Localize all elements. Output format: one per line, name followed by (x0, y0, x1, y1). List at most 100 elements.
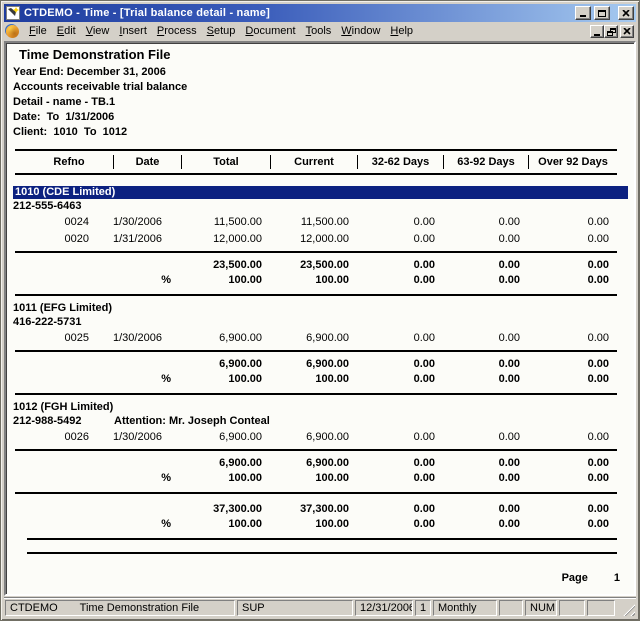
section-percent-row-cell (25, 471, 113, 486)
minimize-button[interactable] (575, 6, 591, 20)
section-total-row-cell: 0.00 (528, 456, 617, 471)
section-percent-row-cell: 0.00 (528, 273, 617, 288)
mdi-minimize-button[interactable] (590, 25, 604, 38)
grand-percent-row-cell (25, 517, 113, 532)
invoice-row-cell: 12,000.00 (181, 231, 270, 248)
client-phone-row: 212-988-5492Attention: Mr. Joseph Contea… (13, 414, 634, 429)
client-phone-row: 212-555-6463 (13, 199, 634, 214)
grand-total-row[interactable]: 37,300.0037,300.000.000.000.00 (25, 502, 617, 517)
section-percent-row[interactable]: %100.00100.000.000.000.00 (25, 471, 617, 486)
statusbar: CTDEMOTime Demonstration File SUP 12/31/… (4, 597, 636, 617)
section-total-row[interactable]: 23,500.0023,500.000.000.000.00 (25, 258, 617, 273)
grand-percent-row-cell: % (113, 517, 181, 532)
menu-insert[interactable]: Insert (114, 23, 152, 40)
grand-percent-row-cell: 0.00 (443, 517, 528, 532)
section-end-rule (15, 492, 617, 494)
section-total-row-cell: 23,500.00 (181, 258, 270, 273)
report-header-line: Client: 1010 To 1012 (13, 125, 634, 140)
section-percent-row-cell: 0.00 (357, 273, 443, 288)
section-total-row-cell (25, 258, 113, 273)
invoice-row-cell: 0.00 (357, 214, 443, 231)
menu-setup[interactable]: Setup (202, 23, 241, 40)
invoice-row[interactable]: 00241/30/200611,500.0011,500.000.000.000… (25, 214, 617, 231)
section-percent-row-cell: 0.00 (357, 372, 443, 387)
grand-total-row-cell: 0.00 (357, 502, 443, 517)
section-rule (15, 449, 617, 451)
section-percent-row-cell: 0.00 (528, 471, 617, 486)
grand-total-row-cell: 0.00 (528, 502, 617, 517)
column-header: 63-92 Days (443, 155, 528, 169)
invoice-row[interactable]: 00201/31/200612,000.0012,000.000.000.000… (25, 231, 617, 248)
minimize-icon (580, 15, 586, 17)
client-attention: Attention: Mr. Joseph Conteal (114, 414, 270, 429)
maximize-button[interactable] (594, 6, 610, 20)
invoice-row[interactable]: 00261/30/20066,900.006,900.000.000.000.0… (25, 429, 617, 446)
invoice-row-cell: 0.00 (528, 429, 617, 446)
mdi-close-button[interactable] (620, 25, 634, 38)
grand-percent-row-cell: 0.00 (528, 517, 617, 532)
section-percent-row-cell: % (113, 273, 181, 288)
invoice-row[interactable]: 00251/30/20066,900.006,900.000.000.000.0… (25, 330, 617, 347)
section-percent-row-cell: 100.00 (270, 372, 357, 387)
invoice-row-cell: 6,900.00 (270, 429, 357, 446)
section-percent-row-cell: % (113, 471, 181, 486)
grand-percent-row[interactable]: %100.00100.000.000.000.00 (25, 517, 617, 532)
status-file-panel: CTDEMOTime Demonstration File (5, 600, 235, 616)
invoice-row-cell: 0026 (25, 429, 113, 446)
status-empty-panel-1 (499, 600, 523, 616)
section-percent-row-cell (25, 372, 113, 387)
client-section-header[interactable]: 1010 (CDE Limited) (13, 186, 628, 199)
invoice-row-cell: 0025 (25, 330, 113, 347)
section-total-row-cell: 0.00 (443, 357, 528, 372)
titlebar[interactable]: CTDEMO - Time - [Trial balance detail - … (4, 4, 636, 22)
client-section-header[interactable]: 1011 (EFG Limited) (13, 302, 634, 315)
mdi-restore-button[interactable] (604, 25, 618, 38)
status-file-name: Time Demonstration File (80, 602, 199, 614)
menu-file[interactable]: File (24, 23, 52, 40)
section-total-row-cell: 6,900.00 (270, 456, 357, 471)
invoice-row-cell: 1/30/2006 (113, 429, 181, 446)
section-percent-row[interactable]: %100.00100.000.000.000.00 (25, 372, 617, 387)
menu-help[interactable]: Help (385, 23, 418, 40)
section-total-row[interactable]: 6,900.006,900.000.000.000.00 (25, 456, 617, 471)
section-percent-row-cell: 0.00 (357, 471, 443, 486)
invoice-row-cell: 0.00 (443, 231, 528, 248)
section-total-row-cell (113, 456, 181, 471)
section-percent-row-cell (25, 273, 113, 288)
invoice-row-cell: 0.00 (528, 231, 617, 248)
client-phone-row: 416-222-5731 (13, 315, 634, 330)
resize-grip[interactable] (622, 603, 635, 616)
time-app-icon[interactable] (6, 6, 20, 20)
section-total-row-cell (25, 357, 113, 372)
grand-total-row-cell (113, 502, 181, 517)
section-percent-row[interactable]: %100.00100.000.000.000.00 (25, 273, 617, 288)
section-total-row-cell (25, 456, 113, 471)
page-footer: Page 1 (15, 572, 620, 584)
column-header: Total (181, 155, 270, 169)
menu-view[interactable]: View (81, 23, 115, 40)
client-section-header[interactable]: 1012 (FGH Limited) (13, 401, 634, 414)
section-total-row[interactable]: 6,900.006,900.000.000.000.00 (25, 357, 617, 372)
grand-total-row-cell (25, 502, 113, 517)
close-icon (623, 28, 631, 35)
restore-icon (607, 28, 616, 36)
section-total-row-cell: 6,900.00 (270, 357, 357, 372)
close-icon (622, 10, 630, 17)
section-percent-row-cell: 100.00 (181, 471, 270, 486)
section-total-row-cell: 6,900.00 (181, 456, 270, 471)
invoice-row-cell: 0.00 (528, 214, 617, 231)
report-header-line: Accounts receivable trial balance (13, 80, 634, 95)
menu-process[interactable]: Process (152, 23, 202, 40)
invoice-row-cell: 0.00 (357, 231, 443, 248)
report-client-area[interactable]: Time Demonstration File Year End: Decemb… (4, 41, 636, 596)
menu-document[interactable]: Document (240, 23, 300, 40)
section-percent-row-cell: 100.00 (181, 273, 270, 288)
menu-tools[interactable]: Tools (301, 23, 337, 40)
menu-window[interactable]: Window (336, 23, 385, 40)
close-button[interactable] (618, 6, 634, 20)
document-system-menu-icon[interactable] (6, 25, 19, 38)
section-total-row-cell: 0.00 (357, 357, 443, 372)
menu-edit[interactable]: Edit (52, 23, 81, 40)
section-end-rule (15, 393, 617, 395)
status-frequency-panel: Monthly (433, 600, 497, 616)
